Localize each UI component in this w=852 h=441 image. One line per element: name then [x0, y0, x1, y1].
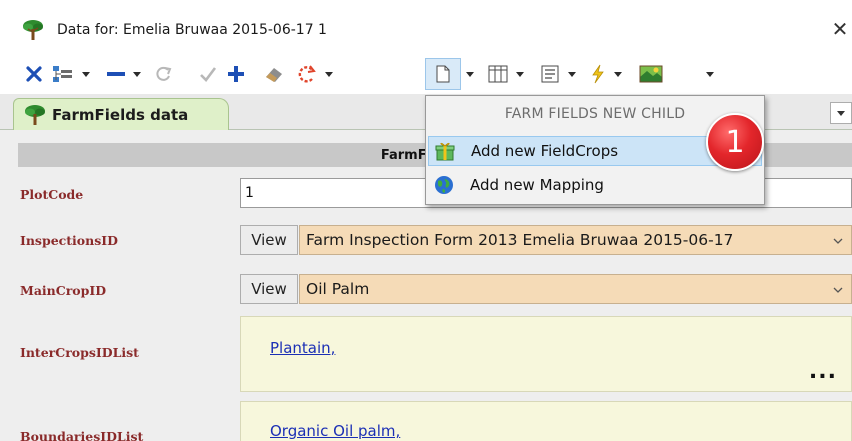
tree-view-icon[interactable] [50, 58, 76, 90]
boundaries-link[interactable]: Organic Oil palm, [270, 422, 400, 440]
check-icon[interactable] [197, 58, 219, 90]
toolbar [0, 58, 852, 90]
refresh-icon[interactable] [152, 58, 174, 90]
intercrops-more-button[interactable]: ... [809, 359, 837, 384]
chevron-down-icon [833, 287, 843, 293]
plus-icon[interactable] [225, 58, 247, 90]
callout-badge: 1 [706, 113, 764, 171]
eraser-icon[interactable] [262, 58, 286, 90]
list-dropdown[interactable] [567, 58, 577, 90]
tab-list-dropdown[interactable] [830, 102, 852, 124]
tree-icon [25, 104, 45, 125]
menu-item-add-mapping[interactable]: Add new Mapping [428, 170, 762, 200]
undo-icon[interactable] [295, 58, 319, 90]
tree-icon [23, 20, 43, 40]
intercrops-link[interactable]: Plantain, [270, 339, 335, 357]
tree-view-dropdown[interactable] [81, 58, 91, 90]
grid-icon[interactable] [486, 58, 510, 90]
map-image-dropdown[interactable] [705, 58, 715, 90]
maincrop-view-button[interactable]: View [240, 274, 298, 304]
inspections-label: InspectionsID [20, 233, 118, 248]
chevron-down-icon [833, 238, 843, 244]
maincrop-select[interactable]: Oil Palm [299, 274, 852, 304]
tab-label: FarmFields data [52, 105, 189, 124]
minus-icon[interactable] [105, 58, 127, 90]
new-document-icon[interactable] [425, 58, 461, 90]
inspections-select[interactable]: Farm Inspection Form 2013 Emelia Bruwaa … [299, 225, 852, 255]
maincrop-label: MainCropID [20, 283, 107, 298]
undo-dropdown[interactable] [324, 58, 334, 90]
tab-farmfields-data[interactable]: FarmFields data [13, 98, 229, 130]
menu-item-label: Add new FieldCrops [471, 142, 619, 160]
menu-header: FARM FIELDS NEW CHILD [504, 106, 686, 122]
list-icon[interactable] [538, 58, 562, 90]
window-title: Data for: Emelia Bruwaa 2015-06-17 1 [57, 22, 327, 38]
lightning-icon[interactable] [587, 58, 609, 90]
boundaries-list: Organic Oil palm, [240, 401, 852, 441]
intercrops-label: InterCropsIDList [20, 345, 139, 360]
plotcode-label: PlotCode [20, 187, 84, 202]
new-document-dropdown[interactable] [465, 58, 475, 90]
title-bar: Data for: Emelia Bruwaa 2015-06-17 1 ✕ [0, 0, 852, 56]
minus-dropdown[interactable] [132, 58, 142, 90]
grid-dropdown[interactable] [515, 58, 525, 90]
boundaries-label: BoundariesIDList [20, 429, 144, 441]
close-icon[interactable] [24, 58, 44, 90]
inspections-value: Farm Inspection Form 2013 Emelia Bruwaa … [306, 231, 734, 249]
globe-icon [435, 176, 453, 194]
menu-item-label: Add new Mapping [470, 176, 604, 194]
map-image-icon[interactable] [637, 58, 665, 90]
gift-icon [435, 142, 455, 161]
window-close-button[interactable]: ✕ [828, 14, 852, 44]
maincrop-value: Oil Palm [306, 280, 370, 298]
intercrops-list: Plantain, ... [240, 316, 852, 392]
lightning-dropdown[interactable] [613, 58, 623, 90]
inspections-view-button[interactable]: View [240, 225, 298, 255]
